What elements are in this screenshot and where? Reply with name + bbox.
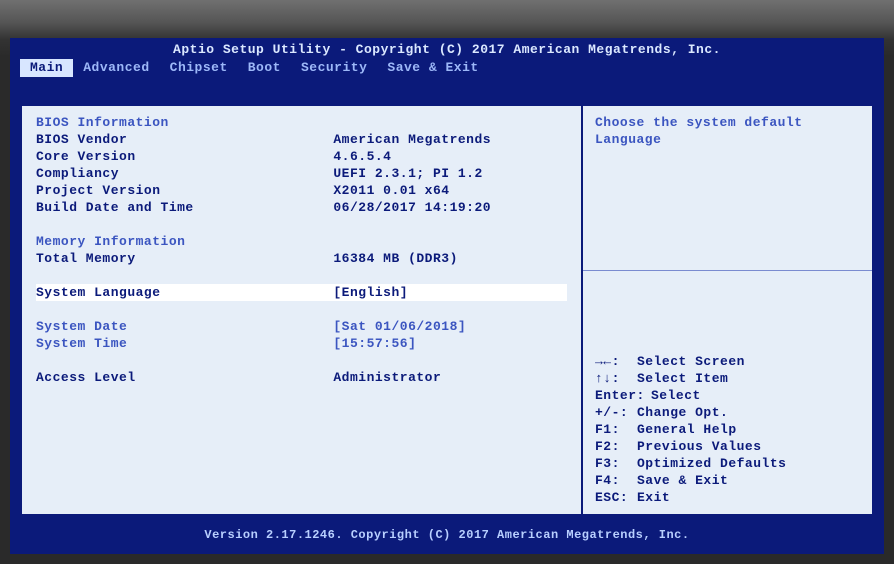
key-d-ud: Select Item xyxy=(637,370,860,387)
tab-main[interactable]: Main xyxy=(20,59,73,77)
key-k-f2: F2: xyxy=(595,438,637,455)
key-k-f3: F3: xyxy=(595,455,637,472)
key-d-pm: Change Opt. xyxy=(637,404,860,421)
label-build-date: Build Date and Time xyxy=(36,199,333,216)
label-bios-vendor: BIOS Vendor xyxy=(36,131,333,148)
row-bios-vendor: BIOS Vendor American Megatrends xyxy=(36,131,567,148)
footer-text: Version 2.17.1246. Copyright (C) 2017 Am… xyxy=(10,528,884,542)
value-total-memory: 16384 MB (DDR3) xyxy=(333,250,567,267)
key-d-f4: Save & Exit xyxy=(637,472,860,489)
key-k-f1: F1: xyxy=(595,421,637,438)
key-k-pm: +/-: xyxy=(595,404,637,421)
tab-chipset[interactable]: Chipset xyxy=(160,59,238,77)
blank-2 xyxy=(36,267,567,284)
value-core-version: 4.6.5.4 xyxy=(333,148,567,165)
key-d-f2: Previous Values xyxy=(637,438,860,455)
row-total-memory: Total Memory 16384 MB (DDR3) xyxy=(36,250,567,267)
tab-bar: Main Advanced Chipset Boot Security Save… xyxy=(10,59,884,77)
key-f4: F4:Save & Exit xyxy=(595,472,860,489)
blank-4 xyxy=(36,352,567,369)
memory-info-head: Memory Information xyxy=(36,233,567,250)
right-divider xyxy=(583,270,872,271)
left-pane: BIOS Information BIOS Vendor American Me… xyxy=(22,106,583,514)
key-legend: →←:Select Screen ↑↓:Select Item Enter:Se… xyxy=(595,353,860,506)
title-bar: Aptio Setup Utility - Copyright (C) 2017… xyxy=(10,38,884,59)
row-core-version: Core Version 4.6.5.4 xyxy=(36,148,567,165)
tab-boot[interactable]: Boot xyxy=(238,59,291,77)
row-build-date: Build Date and Time 06/28/2017 14:19:20 xyxy=(36,199,567,216)
row-system-time[interactable]: System Time [15:57:56] xyxy=(36,335,567,352)
key-d-f3: Optimized Defaults xyxy=(637,455,860,472)
help-text: Choose the system default Language xyxy=(595,114,860,264)
blank-1 xyxy=(36,216,567,233)
key-esc: ESC:Exit xyxy=(595,489,860,506)
bios-info-head: BIOS Information xyxy=(36,114,567,131)
bios-info-head-label: BIOS Information xyxy=(36,114,333,131)
key-d-esc: Exit xyxy=(637,489,860,506)
key-d-f1: General Help xyxy=(637,421,860,438)
content-frame: BIOS Information BIOS Vendor American Me… xyxy=(20,104,874,516)
value-bios-vendor: American Megatrends xyxy=(333,131,567,148)
label-core-version: Core Version xyxy=(36,148,333,165)
value-system-language: [English] xyxy=(333,284,567,301)
row-system-language[interactable]: System Language [English] xyxy=(36,284,567,301)
key-k-esc: ESC: xyxy=(595,489,637,506)
label-project-version: Project Version xyxy=(36,182,333,199)
key-k-lr: →←: xyxy=(595,353,637,370)
label-compliancy: Compliancy xyxy=(36,165,333,182)
label-system-date: System Date xyxy=(36,318,333,335)
tab-save-exit[interactable]: Save & Exit xyxy=(377,59,488,77)
row-compliancy: Compliancy UEFI 2.3.1; PI 1.2 xyxy=(36,165,567,182)
blank-3 xyxy=(36,301,567,318)
key-k-f4: F4: xyxy=(595,472,637,489)
tab-advanced[interactable]: Advanced xyxy=(73,59,159,77)
value-system-time: [15:57:56] xyxy=(333,335,567,352)
value-compliancy: UEFI 2.3.1; PI 1.2 xyxy=(333,165,567,182)
key-select-item: ↑↓:Select Item xyxy=(595,370,860,387)
label-access-level: Access Level xyxy=(36,369,333,386)
key-k-ud: ↑↓: xyxy=(595,370,637,387)
key-k-enter: Enter: xyxy=(595,387,651,404)
right-pane: Choose the system default Language →←:Se… xyxy=(583,106,872,514)
row-system-date[interactable]: System Date [Sat 01/06/2018] xyxy=(36,318,567,335)
key-f3: F3:Optimized Defaults xyxy=(595,455,860,472)
memory-info-head-label: Memory Information xyxy=(36,233,333,250)
label-system-language: System Language xyxy=(36,284,333,301)
row-access-level: Access Level Administrator xyxy=(36,369,567,386)
tab-security[interactable]: Security xyxy=(291,59,377,77)
value-build-date: 06/28/2017 14:19:20 xyxy=(333,199,567,216)
key-f1: F1:General Help xyxy=(595,421,860,438)
label-system-time: System Time xyxy=(36,335,333,352)
key-d-lr: Select Screen xyxy=(637,353,860,370)
value-system-date: [Sat 01/06/2018] xyxy=(333,318,567,335)
bios-screen: Aptio Setup Utility - Copyright (C) 2017… xyxy=(10,38,884,554)
key-d-enter: Select xyxy=(651,387,860,404)
label-total-memory: Total Memory xyxy=(36,250,333,267)
row-project-version: Project Version X2011 0.01 x64 xyxy=(36,182,567,199)
value-project-version: X2011 0.01 x64 xyxy=(333,182,567,199)
key-enter: Enter:Select xyxy=(595,387,860,404)
key-f2: F2:Previous Values xyxy=(595,438,860,455)
value-access-level: Administrator xyxy=(333,369,567,386)
key-select-screen: →←:Select Screen xyxy=(595,353,860,370)
key-change-opt: +/-:Change Opt. xyxy=(595,404,860,421)
